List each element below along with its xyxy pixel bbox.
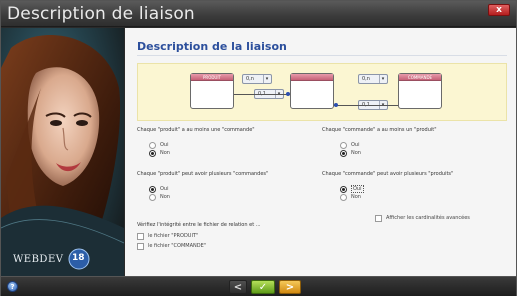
q3-oui-label: Oui — [160, 186, 169, 192]
title-bar: Description de liaison x — [1, 1, 516, 27]
q2-label: Chaque "commande" a au moins un "produit… — [322, 127, 437, 133]
show-cardinalities-label: Afficher les cardinalités avancées — [386, 215, 470, 221]
q1-non-label: Non — [160, 150, 170, 156]
entity-relation[interactable] — [290, 73, 334, 109]
logo-text: WEBDEV — [13, 254, 64, 265]
previous-button[interactable]: < — [229, 280, 247, 294]
q2-oui-label: Oui — [351, 142, 360, 148]
relation-diagram: PRODUIT COMMANDE 0,n▾ 0,1▾ 0,n▾ 0,1▾ — [137, 63, 507, 121]
q2-radio-non[interactable] — [340, 150, 347, 157]
help-icon[interactable]: ? — [7, 281, 18, 292]
q4-radio-oui[interactable] — [340, 186, 347, 193]
link-left — [234, 94, 290, 95]
card-left-top[interactable]: 0,n ▾ — [242, 74, 272, 84]
logo-badge: 18 — [72, 253, 85, 263]
q3-label: Chaque "produit" peut avoir plusieurs "c… — [137, 171, 269, 177]
entity-produit-name: PRODUIT — [191, 74, 233, 81]
card-right-top[interactable]: 0,n ▾ — [358, 74, 388, 84]
heading-divider — [137, 55, 507, 56]
content-panel: Description de la liaison PRODUIT COMMAN… — [125, 28, 516, 276]
q1-radio-oui[interactable] — [149, 142, 156, 149]
integrity-commande-label: le fichier "COMMANDE" — [148, 243, 207, 249]
chevron-down-icon: ▾ — [379, 75, 386, 83]
q3-radio-non[interactable] — [149, 194, 156, 201]
q4-label: Chaque "commande" peut avoir plusieurs "… — [322, 171, 454, 177]
bottom-bar: ? < ✓ > — [1, 276, 516, 296]
page-heading: Description de la liaison — [137, 40, 287, 53]
chevron-down-icon: ▾ — [263, 75, 270, 83]
q4-oui-label: Oui — [351, 185, 364, 193]
entity-produit[interactable]: PRODUIT — [190, 73, 234, 109]
q4-radio-non[interactable] — [340, 194, 347, 201]
q2-radio-oui[interactable] — [340, 142, 347, 149]
q2-non-label: Non — [351, 150, 361, 156]
q1-radio-non[interactable] — [149, 150, 156, 157]
validate-button[interactable]: ✓ — [251, 280, 275, 294]
close-button[interactable]: x — [488, 4, 510, 16]
q1-label: Chaque "produit" a au moins une "command… — [137, 127, 255, 133]
integrity-label: Vérifiez l'intégrité entre le fichier de… — [137, 222, 261, 228]
integrity-commande-checkbox[interactable] — [137, 243, 144, 250]
arrow-right-icon — [334, 103, 338, 107]
integrity-produit-label: le fichier "PRODUIT" — [148, 233, 199, 239]
webdev-logo: WEBDEV 18 — [11, 248, 101, 271]
entity-relation-header — [291, 74, 333, 81]
window-title: Description de liaison — [7, 4, 195, 24]
wizard-window: Description de liaison x WEBDEV 18 Descr… — [0, 0, 517, 296]
link-right — [334, 105, 398, 106]
q3-radio-oui[interactable] — [149, 186, 156, 193]
q1-oui-label: Oui — [160, 142, 169, 148]
integrity-produit-checkbox[interactable] — [137, 233, 144, 240]
show-cardinalities-checkbox[interactable] — [375, 215, 382, 222]
portrait-illustration — [1, 35, 124, 276]
sidebar-illustration: WEBDEV 18 — [1, 28, 124, 276]
next-button[interactable]: > — [279, 280, 301, 294]
entity-commande-name: COMMANDE — [399, 74, 441, 81]
arrow-left-icon — [286, 92, 290, 96]
q3-non-label: Non — [160, 194, 170, 200]
q4-non-label: Non — [351, 194, 361, 200]
entity-commande[interactable]: COMMANDE — [398, 73, 442, 109]
